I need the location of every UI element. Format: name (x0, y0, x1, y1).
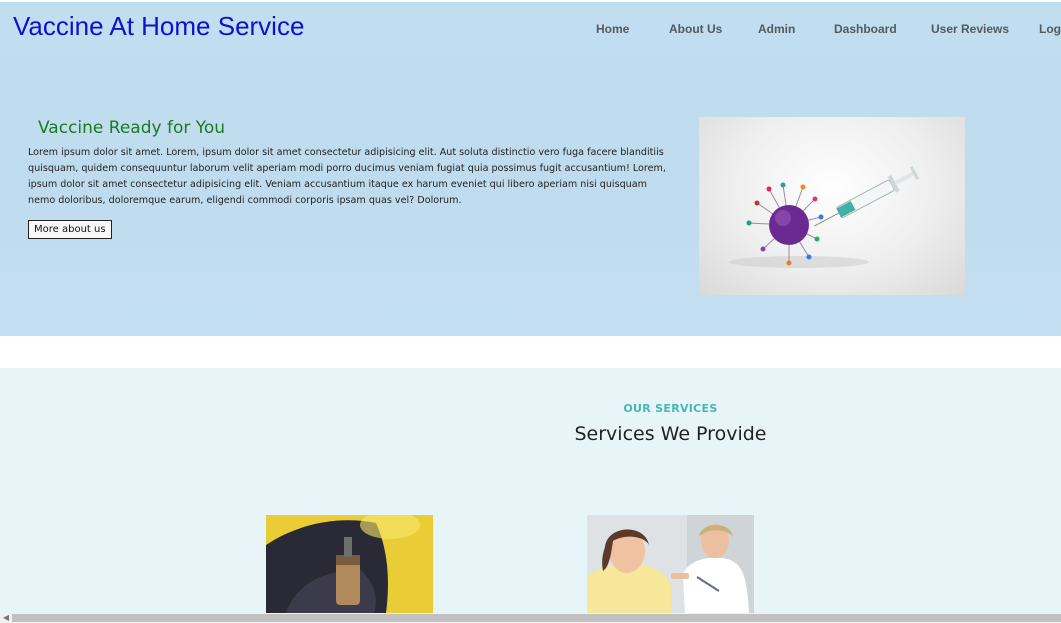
hero-section: Vaccine At Home Service Home About Us Ad… (0, 2, 1061, 336)
hero-title: Vaccine Ready for You (38, 118, 226, 138)
scrollbar-thumb[interactable] (12, 614, 1061, 622)
more-about-us-button[interactable]: More about us (28, 220, 112, 239)
nav-about-us[interactable]: About Us (669, 22, 722, 36)
services-title: Services We Provide (574, 423, 767, 445)
hero-description: Lorem ipsum dolor sit amet. Lorem, ipsum… (28, 147, 666, 206)
services-kicker: OUR SERVICES (623, 402, 718, 415)
vaccine-vial-illustration (266, 515, 433, 613)
main-nav: Home About Us Admin Dashboard User Revie… (596, 22, 1061, 38)
nav-home[interactable]: Home (596, 22, 629, 36)
horizontal-scrollbar[interactable]: ◀ (0, 613, 1061, 623)
nav-dashboard[interactable]: Dashboard (834, 22, 897, 36)
child-vaccination-image (587, 515, 754, 613)
virus-syringe-illustration (729, 165, 920, 268)
nav-admin[interactable]: Admin (758, 22, 795, 36)
brand-title[interactable]: Vaccine At Home Service (13, 11, 304, 42)
nav-user-reviews[interactable]: User Reviews (931, 22, 1009, 36)
scroll-left-arrow-icon[interactable]: ◀ (1, 613, 11, 623)
services-section: OUR SERVICES Services We Provide (0, 368, 1061, 613)
vaccine-vial-image (266, 515, 433, 613)
nav-login[interactable]: Login (1039, 22, 1061, 36)
virus-syringe-image (699, 117, 965, 295)
child-vaccination-illustration (587, 515, 754, 613)
